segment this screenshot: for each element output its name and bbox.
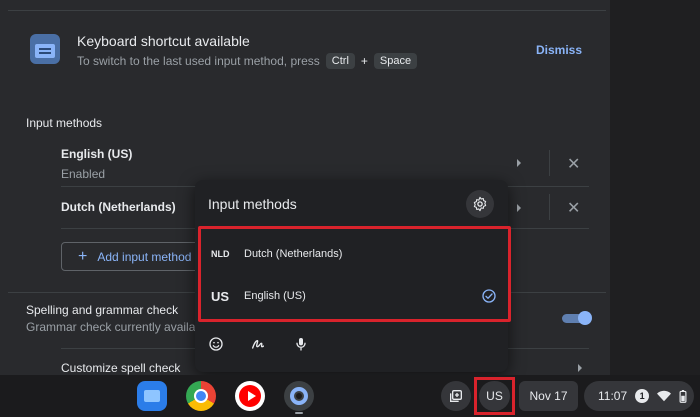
input-method-list: NLD Dutch (Netherlands) US English (US) <box>198 226 511 322</box>
gear-icon <box>473 196 487 212</box>
keyboard-shortcut-icon <box>30 34 60 64</box>
youtube-music-icon[interactable] <box>235 381 265 411</box>
banner-title: Keyboard shortcut available <box>77 33 250 49</box>
handwriting-glyph <box>252 340 264 349</box>
window-edge <box>610 0 700 375</box>
notification-count-badge: 1 <box>635 389 650 403</box>
input-methods-heading: Input methods <box>26 116 103 130</box>
customize-spell-check-link[interactable]: Customize spell check <box>61 361 180 375</box>
active-app-indicator <box>295 412 303 414</box>
settings-app-icon[interactable] <box>284 381 314 411</box>
date-button[interactable]: Nov 17 <box>519 381 578 411</box>
input-method-status-english: Enabled <box>61 167 106 181</box>
plus-sign: + <box>360 54 368 68</box>
microphone-icon[interactable] <box>291 334 311 354</box>
remove-english-close-icon[interactable]: ✕ <box>567 154 580 174</box>
microphone-glyph <box>296 338 306 351</box>
popup-input-tools <box>195 328 508 360</box>
customize-arrow-icon[interactable] <box>578 364 582 372</box>
ime-highlight-box <box>474 377 515 415</box>
spelling-subtitle: Grammar check currently availab <box>26 320 203 334</box>
input-method-name-english: English (US) <box>61 147 133 161</box>
holding-space-button[interactable] <box>441 381 471 411</box>
clock-time: 11:07 <box>598 389 628 403</box>
ime-code: NLD <box>211 249 230 259</box>
popup-item-english[interactable]: US English (US) <box>201 276 508 316</box>
popup-title: Input methods <box>208 196 297 212</box>
check-circle-icon <box>482 289 496 303</box>
shelf: US Nov 17 11:07 1 <box>0 375 700 417</box>
remove-dutch-close-icon[interactable]: ✕ <box>567 198 580 218</box>
separator <box>549 150 550 176</box>
files-icon[interactable] <box>137 381 167 411</box>
popup-item-dutch[interactable]: NLD Dutch (Netherlands) <box>201 234 508 274</box>
ime-name: English (US) <box>244 290 306 302</box>
wifi-icon <box>657 390 672 402</box>
divider <box>8 10 606 11</box>
separator <box>549 194 550 220</box>
ime-settings-button[interactable] <box>466 190 494 218</box>
input-methods-popup: Input methods NLD Dutch (Netherlands) US… <box>195 180 511 372</box>
emoji-icon[interactable] <box>206 334 226 354</box>
emoji-glyph <box>209 337 223 351</box>
ime-name: Dutch (Netherlands) <box>244 248 343 260</box>
ctrl-key: Ctrl <box>325 53 355 69</box>
spelling-toggle[interactable] <box>562 311 592 325</box>
chrome-icon[interactable] <box>186 381 216 411</box>
open-dutch-arrow-icon[interactable] <box>517 204 521 212</box>
add-input-method-button[interactable]: + Add input method <box>61 242 211 271</box>
plus-icon: + <box>78 247 88 265</box>
handwriting-icon[interactable] <box>248 334 268 354</box>
open-english-arrow-icon[interactable] <box>517 159 521 167</box>
battery-icon <box>679 389 687 403</box>
add-input-method-label: Add input method <box>97 249 192 264</box>
status-area-button[interactable]: 11:07 1 <box>584 381 694 411</box>
holding-space-icon <box>450 390 462 402</box>
spelling-title: Spelling and grammar check <box>26 303 179 317</box>
dismiss-button[interactable]: Dismiss <box>536 43 582 57</box>
banner-description: To switch to the last used input method,… <box>77 53 418 69</box>
ime-code: US <box>211 288 230 304</box>
space-key: Space <box>373 53 418 69</box>
toggle-knob <box>578 311 592 325</box>
input-method-name-dutch: Dutch (Netherlands) <box>61 200 176 214</box>
banner-description-text: To switch to the last used input method,… <box>77 54 320 68</box>
